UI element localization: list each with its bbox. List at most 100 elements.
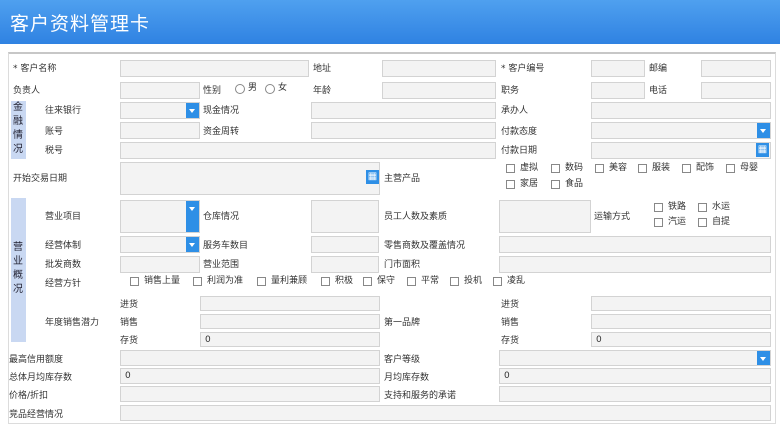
staff-field[interactable] <box>499 200 591 233</box>
gender-female-radio[interactable] <box>265 84 275 94</box>
policy-7-checkbox[interactable] <box>493 277 502 286</box>
product-2-checkbox[interactable] <box>595 164 604 173</box>
chevron-down-icon[interactable] <box>757 351 770 365</box>
credit-limit-field[interactable] <box>120 350 380 366</box>
bank-select[interactable] <box>120 102 200 119</box>
product-2-label: 美容 <box>609 163 628 173</box>
first-brand-label: 第一品牌 <box>384 318 421 328</box>
transport-rail-checkbox[interactable] <box>654 203 663 212</box>
stock-left-field-value: 0 <box>205 335 211 345</box>
policy-3-checkbox[interactable] <box>321 277 330 286</box>
warehouse-field[interactable] <box>311 200 379 233</box>
stock-label-left: 存货 <box>120 336 139 346</box>
address-field[interactable] <box>382 60 496 77</box>
transport-road-checkbox[interactable] <box>654 218 663 227</box>
transport-road-label: 汽运 <box>668 217 687 227</box>
product-5-checkbox[interactable] <box>726 164 735 173</box>
product-3-checkbox[interactable] <box>638 164 647 173</box>
customer-level-select[interactable] <box>499 350 771 366</box>
policy-5-checkbox[interactable] <box>407 277 416 286</box>
customer-no-field[interactable] <box>591 60 645 77</box>
product-1-label: 数码 <box>565 163 584 173</box>
business-group-char: 况 <box>13 284 23 295</box>
shop-area-label: 门市面积 <box>384 260 421 270</box>
postcode-label: 邮编 <box>649 64 668 74</box>
policy-0-label: 销售上量 <box>144 276 181 286</box>
customer-form: * 客户名称 地址 * 客户编号 邮编 负责人 性别 男 女 年龄 职务 电话金融情况 往来银行 现金情… <box>8 52 776 424</box>
stock-left-field[interactable]: 0 <box>200 332 380 347</box>
chevron-down-icon[interactable] <box>186 103 199 118</box>
policy-1-checkbox[interactable] <box>193 277 202 286</box>
gender-male-radio[interactable] <box>235 84 245 94</box>
transport-water-label: 水运 <box>712 202 731 212</box>
shop-area-field[interactable] <box>499 256 771 273</box>
post-field[interactable] <box>591 82 645 99</box>
transport-pickup-checkbox[interactable] <box>698 218 707 227</box>
policy-5-label: 平常 <box>421 276 440 286</box>
finance-group-char: 融 <box>13 116 23 127</box>
cash-field[interactable] <box>311 102 496 119</box>
total-monthly-stock-field-value: 0 <box>125 371 131 381</box>
product-1-checkbox[interactable] <box>551 164 560 173</box>
account-field[interactable] <box>120 122 200 139</box>
biz-item-label: 营业项目 <box>45 212 82 222</box>
vehicles-field[interactable] <box>311 236 379 253</box>
policy-2-checkbox[interactable] <box>257 277 266 286</box>
policy-1-label: 利润为准 <box>207 276 244 286</box>
age-field[interactable] <box>382 82 496 99</box>
product-0-checkbox[interactable] <box>506 164 515 173</box>
sales-left-field[interactable] <box>200 314 380 329</box>
handler-field[interactable] <box>591 102 771 119</box>
finance-group-char: 金 <box>13 102 23 113</box>
calendar-icon[interactable]: ▦ <box>756 143 769 157</box>
stock-label-right: 存货 <box>501 336 520 346</box>
tax-no-label: 税号 <box>45 146 64 156</box>
product-7-checkbox[interactable] <box>551 180 560 189</box>
pay-date-field[interactable] <box>591 142 771 159</box>
owner-field[interactable] <box>120 82 200 99</box>
sales-label-right: 销售 <box>501 318 520 328</box>
finance-group-char: 况 <box>13 144 23 155</box>
total-monthly-stock-field[interactable]: 0 <box>120 368 380 384</box>
chevron-down-icon[interactable] <box>186 237 199 252</box>
fund-turnover-field[interactable] <box>311 122 496 139</box>
vehicles-label: 服务车数目 <box>203 241 249 251</box>
business-group-char: 概 <box>13 270 23 281</box>
tax-no-field[interactable] <box>120 142 496 159</box>
policy-0-checkbox[interactable] <box>130 277 139 286</box>
purchase-left-field[interactable] <box>200 296 380 311</box>
phone-field[interactable] <box>701 82 771 99</box>
product-6-checkbox[interactable] <box>506 180 515 189</box>
product-4-checkbox[interactable] <box>682 164 691 173</box>
biz-scope-field[interactable] <box>311 256 379 273</box>
pay-date-label: 付款日期 <box>501 146 538 156</box>
retailers-label: 零售商数及覆盖情况 <box>384 241 466 251</box>
wholesalers-field[interactable] <box>120 256 200 273</box>
biz-item-select[interactable] <box>120 200 200 233</box>
pay-attitude-label: 付款态度 <box>501 127 538 137</box>
sales-right-field[interactable] <box>591 314 771 329</box>
chevron-down-icon[interactable] <box>757 123 770 138</box>
support-commit-field[interactable] <box>499 386 771 402</box>
monthly-stock-field[interactable]: 0 <box>499 368 771 384</box>
stock-right-field[interactable]: 0 <box>591 332 771 347</box>
transport-water-checkbox[interactable] <box>698 203 707 212</box>
price-discount-field[interactable] <box>120 386 380 402</box>
postcode-field[interactable] <box>701 60 771 77</box>
policy-6-checkbox[interactable] <box>450 277 459 286</box>
retailers-field[interactable] <box>499 236 771 253</box>
calendar-icon[interactable]: ▦ <box>366 170 379 184</box>
policy-4-checkbox[interactable] <box>363 277 372 286</box>
customer-level-label: 客户等级 <box>384 355 421 365</box>
customer-name-label: * 客户名称 <box>13 64 57 74</box>
start-date-field[interactable] <box>120 162 380 195</box>
purchase-right-field[interactable] <box>591 296 771 311</box>
business-group-char: 业 <box>13 256 23 267</box>
credit-limit-label: 最高信用额度 <box>9 355 64 365</box>
competitor-field[interactable] <box>120 405 771 421</box>
pay-attitude-select[interactable] <box>591 122 771 139</box>
biz-system-select[interactable] <box>120 236 200 253</box>
biz-system-label: 经营体制 <box>45 241 82 251</box>
chevron-down-icon[interactable] <box>186 201 199 232</box>
customer-name-field[interactable] <box>120 60 309 77</box>
